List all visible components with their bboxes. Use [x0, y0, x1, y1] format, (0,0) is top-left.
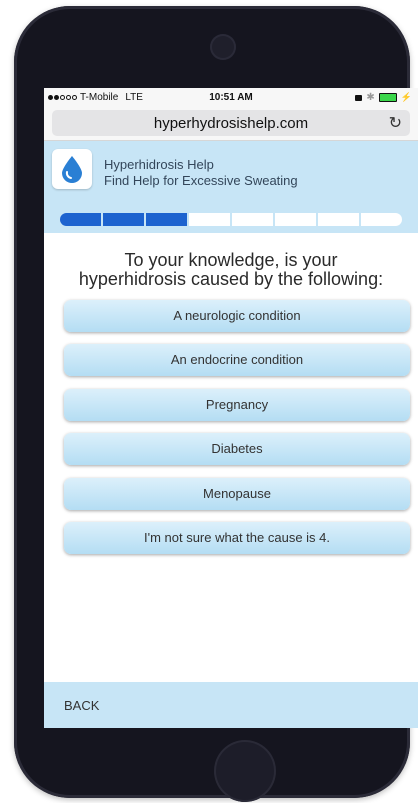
- progress-segment: [103, 213, 144, 226]
- question-line-2: hyperhidrosis caused by the following:: [78, 269, 384, 289]
- answer-button[interactable]: Pregnancy: [64, 389, 410, 421]
- logo[interactable]: [52, 149, 92, 189]
- home-button[interactable]: [214, 740, 276, 802]
- question-text: To your knowledge, is your hyperhidrosis…: [44, 251, 418, 289]
- browser-toolbar: hyperhydrosishelp.com ↻: [44, 108, 418, 141]
- battery-icon: [378, 93, 397, 102]
- progress-segment: [318, 213, 359, 226]
- site-title: Hyperhidrosis Help: [104, 157, 214, 172]
- question-line-1: To your knowledge, is your: [124, 250, 338, 270]
- water-drop-icon: [62, 156, 82, 183]
- charging-icon: ⚡: [400, 92, 412, 102]
- rotation-lock-icon: [355, 94, 363, 101]
- answer-button[interactable]: I'm not sure what the cause is 4.: [64, 522, 410, 554]
- status-right: ✱ ⚡: [355, 92, 412, 103]
- progress-segment: [275, 213, 316, 226]
- site-header: Hyperhidrosis Help Find Help for Excessi…: [44, 141, 418, 233]
- answer-button[interactable]: Menopause: [64, 478, 410, 510]
- answer-button[interactable]: An endocrine condition: [64, 344, 410, 376]
- phone-frame: T-Mobile LTE 10:51 AM ✱ ⚡ hyperhydrosish…: [14, 6, 418, 802]
- progress-segment: [146, 213, 187, 226]
- back-button[interactable]: BACK: [64, 698, 99, 713]
- progress-bar: [60, 213, 402, 226]
- progress-segment: [361, 213, 402, 226]
- progress-segment: [232, 213, 273, 226]
- screen: T-Mobile LTE 10:51 AM ✱ ⚡ hyperhydrosish…: [44, 88, 418, 728]
- bluetooth-icon: ✱: [366, 92, 375, 103]
- progress-segment: [189, 213, 230, 226]
- answer-button[interactable]: A neurologic condition: [64, 300, 410, 332]
- camera-icon: [210, 34, 236, 60]
- url-text: hyperhydrosishelp.com: [153, 115, 309, 132]
- site-subtitle: Find Help for Excessive Sweating: [104, 173, 298, 188]
- answer-button[interactable]: Diabetes: [64, 433, 410, 465]
- address-bar[interactable]: hyperhydrosishelp.com ↻: [52, 110, 410, 136]
- reload-icon[interactable]: ↻: [389, 113, 402, 133]
- progress-segment: [60, 213, 101, 226]
- footer-bar: BACK: [44, 682, 418, 728]
- status-bar: T-Mobile LTE 10:51 AM ✱ ⚡: [44, 88, 418, 108]
